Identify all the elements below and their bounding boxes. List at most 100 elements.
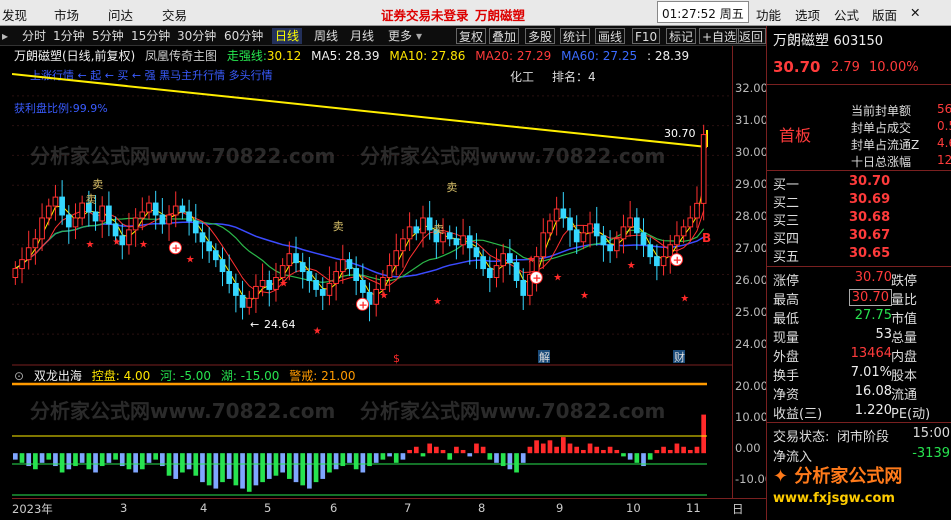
candle-body [39,217,45,240]
daily-toggle[interactable]: 日 [732,501,744,517]
sub-chart-collapse-icon[interactable]: ⊙ [14,369,24,383]
tab-60min[interactable]: 60分钟 [224,28,263,44]
candle-body [373,288,380,305]
osc-bar [139,453,145,470]
candle-body [65,214,72,228]
candle-body [654,256,660,267]
star-icon: ★ [139,240,148,251]
collapse-icon[interactable]: ▸ [2,28,8,44]
kline-chart[interactable]: ★ ★ ★★★★★★★★★★★卖卖卖 卖卖++++ 30.70 24.64 ← B $… [12,46,732,498]
more-dropdown-icon[interactable]: ▾ [416,28,422,44]
osc-bar [480,446,486,454]
osc-bar [233,453,239,486]
candle-body [199,232,206,243]
x-tick: 9 [556,501,564,515]
osc-bar [627,453,633,460]
tab-15min[interactable]: 15分钟 [131,28,170,44]
sell-signal: 卖 [333,220,344,233]
osc-bar [133,453,138,473]
tab-monthly[interactable]: 月线 [350,28,374,44]
login-warning[interactable]: 证券交易未登录 [381,5,469,24]
menu-market[interactable]: 市场 [54,5,79,24]
y-tick: 31.00 [735,113,768,127]
osc-bar [454,446,459,454]
bid-row[interactable]: 买五 30.65 [767,246,951,265]
fuquan-button[interactable]: 复权 [456,28,487,44]
stat-row: 现量 53 总量 [773,327,918,346]
event-dividend: $ [393,352,400,365]
candle-body [286,253,293,267]
kongpan-value: 控盘: 4.00 [91,369,151,383]
osc-bar [514,453,519,473]
menu-options[interactable]: 选项 [795,5,820,24]
y-tick: 27.00 [735,241,768,255]
osc-bar [206,453,212,486]
tab-daily[interactable]: 日线 [272,28,303,44]
sell-signal: 卖 [92,178,103,191]
tab-minute[interactable]: 分时 [22,28,46,44]
osc-bar [393,453,399,463]
mark-button[interactable]: 标记 [666,28,697,44]
candle-body [560,208,567,219]
tab-weekly[interactable]: 周线 [314,28,338,44]
candle-body [253,285,259,299]
menu-discover[interactable]: 发现 [2,5,27,24]
draw-line-button[interactable]: 画线 [595,28,626,44]
tab-1min[interactable]: 1分钟 [53,28,85,44]
bid-row[interactable]: 买四 30.67 [767,228,951,247]
bid-row[interactable]: 买二 30.69 [767,192,951,211]
candle-body [507,253,513,264]
close-icon[interactable]: ✕ [910,5,920,20]
osc-bar [380,453,386,460]
osc-bar [19,453,25,463]
star-icon: ★ [380,290,389,301]
bid-row[interactable]: 买三 30.68 [767,210,951,229]
f10-button[interactable]: F10 [632,28,661,44]
osc-bar [587,443,593,454]
osc-bar [601,449,606,454]
multi-stock-button[interactable]: 多股 [525,28,556,44]
osc-bar [353,453,359,470]
menu-formula[interactable]: 公式 [834,5,859,24]
price-change: 2.79 [831,60,860,75]
stock-name: 万朗磁塑 603150 [773,33,884,49]
menu-layout[interactable]: 版面 [872,5,897,24]
menu-wenda[interactable]: 问达 [108,5,133,24]
osc-bar [213,453,219,489]
back-button[interactable]: 返回 [736,28,766,44]
tab-5min[interactable]: 5分钟 [92,28,124,44]
candle-body [680,226,687,237]
price-change-pct: 10.00% [869,60,919,75]
menu-function[interactable]: 功能 [756,5,781,24]
watermark: 分析家公式网www.70822.com [360,144,666,168]
candle-body [613,238,620,252]
osc-bar [220,453,225,483]
overlay-button[interactable]: 叠加 [489,28,520,44]
osc-bar [86,453,92,470]
bid-row[interactable]: 买一 30.70 [767,174,951,193]
sub-indicator-name[interactable]: 双龙出海 [34,369,82,383]
osc-bar [520,453,526,463]
candle-body [212,250,219,261]
osc-bar [547,440,553,454]
y-tick: 10.00 [735,410,768,424]
candle-body [473,247,480,258]
low-arrow-icon: ← [250,318,259,331]
candle-body [152,202,159,216]
jingjie-value: 警戒: 21.00 [289,369,356,383]
tab-more[interactable]: 更多 [388,28,412,44]
tab-30min[interactable]: 30分钟 [177,28,216,44]
candle-body [513,262,520,281]
candle-body [694,202,700,219]
menu-trade[interactable]: 交易 [162,5,187,24]
osc-bar [427,443,433,454]
stats-button[interactable]: 统计 [560,28,591,44]
add-watchlist-button[interactable]: +自选 [699,28,740,44]
osc-bar [440,449,446,454]
last-price: 30.70 [773,58,821,76]
candle-body [674,235,680,246]
osc-bar [534,440,539,454]
candle-body [573,229,580,243]
osc-bar [173,453,179,479]
star-icon: ★ [112,237,121,248]
